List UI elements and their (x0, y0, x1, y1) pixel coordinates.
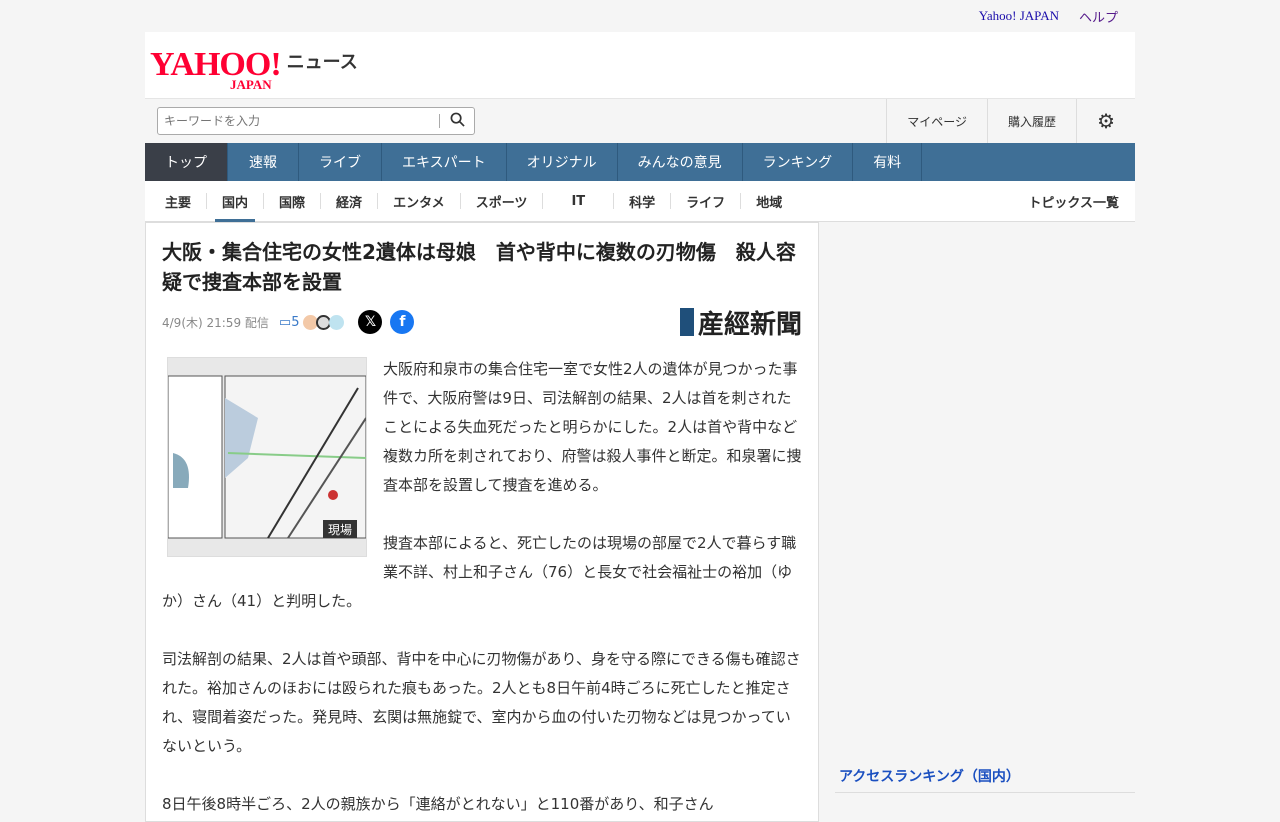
settings-button[interactable]: ⚙ (1076, 99, 1135, 143)
gear-icon: ⚙ (1097, 109, 1115, 133)
subnav-sports[interactable]: スポーツ (461, 193, 544, 211)
subnav-economy[interactable]: 経済 (321, 193, 379, 211)
comment-icon: ▭ (278, 314, 292, 330)
x-share-icon[interactable]: 𝕏 (358, 310, 383, 334)
search-row: マイページ 購入履歴 ⚙ (145, 98, 1135, 143)
subnav-main[interactable]: 主要 (150, 193, 208, 211)
nav-ranking[interactable]: ランキング (743, 143, 854, 181)
brand-header: YAHOO! JAPAN ニュース (145, 32, 1135, 98)
nav-expert[interactable]: エキスパート (382, 143, 507, 181)
subnav-life[interactable]: ライフ (671, 193, 742, 211)
help-link[interactable]: ヘルプ (1079, 7, 1118, 26)
yahoo-japan-link[interactable]: Yahoo! JAPAN (979, 8, 1059, 24)
nav-opinions[interactable]: みんなの意見 (618, 143, 743, 181)
sub-nav: 主要 国内 国際 経済 エンタメ スポーツ IT 科学 ライフ 地域 トピックス… (145, 181, 1135, 222)
yahoo-logo[interactable]: YAHOO! JAPAN (150, 48, 282, 92)
publisher-logo[interactable]: 産經新聞 (679, 304, 802, 341)
subnav-domestic[interactable]: 国内 (207, 193, 265, 222)
nav-original[interactable]: オリジナル (507, 143, 618, 181)
search-input[interactable] (158, 114, 439, 128)
topics-list-link[interactable]: トピックス一覧 (1013, 193, 1135, 211)
main-nav: トップ 速報 ライブ エキスパート オリジナル みんなの意見 ランキング 有料 (145, 143, 1135, 181)
map-graphic: 現場 (167, 375, 367, 539)
purchase-history-link[interactable]: 購入履歴 (987, 99, 1076, 143)
subnav-world[interactable]: 国際 (264, 193, 322, 211)
article-meta: 4/9(木) 21:59 配信 ▭5 𝕏 f 産經新聞 (162, 308, 802, 340)
nav-live[interactable]: ライブ (299, 143, 382, 181)
article-title: 大阪・集合住宅の女性2遺体は母娘 首や背中に複数の刃物傷 殺人容疑で捜査本部を設… (162, 240, 796, 294)
subnav-it[interactable]: IT (543, 193, 615, 209)
paragraph: 司法解剖の結果、2人は首や頭部、背中を中心に刃物傷があり、身を守る際にできる傷も… (162, 650, 801, 755)
paragraph: 8日午後8時半ごろ、2人の親族から「連絡がとれない」と110番があり、和子さん (162, 795, 714, 813)
map-image[interactable]: 現場 (167, 357, 367, 557)
search-button[interactable] (440, 112, 474, 131)
search-icon (450, 112, 465, 127)
service-name[interactable]: ニュース (287, 48, 358, 74)
reaction-icons[interactable] (303, 314, 345, 330)
article: 大阪・集合住宅の女性2遺体は母娘 首や背中に複数の刃物傷 殺人容疑で捜査本部を設… (145, 222, 819, 822)
subnav-science[interactable]: 科学 (614, 193, 672, 211)
mypage-link[interactable]: マイページ (886, 99, 987, 143)
subnav-local[interactable]: 地域 (741, 193, 797, 211)
top-bar: Yahoo! JAPAN ヘルプ (145, 0, 1135, 32)
nav-top[interactable]: トップ (145, 143, 228, 181)
nav-flash[interactable]: 速報 (228, 143, 299, 181)
comments-link[interactable]: ▭5 (279, 315, 300, 330)
publish-date: 4/9(木) 21:59 配信 (162, 315, 269, 330)
facebook-share-icon[interactable]: f (390, 310, 415, 334)
nav-paid[interactable]: 有料 (853, 143, 923, 181)
search-box (157, 107, 475, 135)
access-ranking-title[interactable]: アクセスランキング（国内） (835, 762, 1135, 793)
article-body: 現場 大阪府和泉市の集合住宅一室で女性2人の遺体が見つかった事件で、大阪府警は9… (162, 355, 802, 819)
subnav-entertainment[interactable]: エンタメ (378, 193, 461, 211)
svg-text:現場: 現場 (328, 523, 352, 537)
